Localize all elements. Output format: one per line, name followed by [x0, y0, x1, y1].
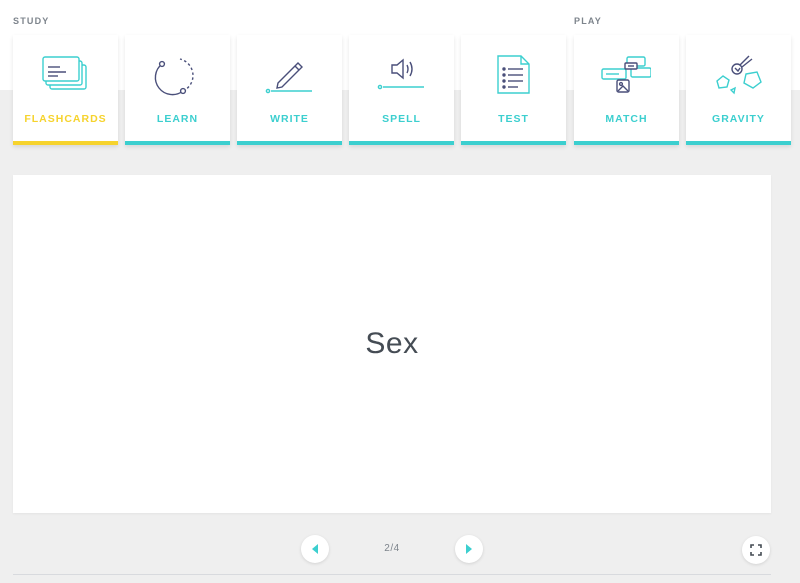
match-icon — [601, 53, 651, 97]
arrow-left-icon — [312, 544, 318, 554]
mode-label-write: WRITE — [270, 113, 309, 125]
previous-card-button[interactable] — [301, 535, 329, 563]
study-section-label: STUDY — [13, 16, 50, 26]
arrow-right-icon — [466, 544, 472, 554]
mode-tile-match[interactable]: MATCH — [574, 35, 679, 145]
mode-label-match: MATCH — [605, 113, 648, 125]
flashcard[interactable]: Sex — [13, 175, 771, 513]
play-section-label: PLAY — [574, 16, 602, 26]
mode-label-test: TEST — [498, 113, 529, 125]
spell-icon — [376, 53, 426, 97]
mode-tile-spell[interactable]: SPELL — [349, 35, 454, 145]
bottom-divider — [13, 574, 771, 575]
fullscreen-button[interactable] — [742, 536, 770, 564]
test-icon — [488, 53, 538, 97]
next-card-button[interactable] — [455, 535, 483, 563]
gravity-icon — [713, 53, 763, 97]
card-counter: 2/4 — [384, 543, 400, 554]
mode-label-gravity: GRAVITY — [712, 113, 765, 125]
write-icon — [264, 53, 314, 97]
learn-icon — [152, 53, 202, 97]
mode-tile-learn[interactable]: LEARN — [125, 35, 230, 145]
flashcard-term: Sex — [365, 327, 419, 360]
mode-tile-write[interactable]: WRITE — [237, 35, 342, 145]
mode-tile-gravity[interactable]: GRAVITY — [686, 35, 791, 145]
mode-tile-flashcards[interactable]: FLASHCARDS — [13, 35, 118, 145]
mode-label-learn: LEARN — [156, 113, 199, 125]
mode-label-spell: SPELL — [382, 113, 421, 125]
flashcards-icon — [40, 53, 90, 97]
mode-tile-test[interactable]: TEST — [461, 35, 566, 145]
fullscreen-icon — [750, 544, 762, 556]
mode-label-flashcards: FLASHCARDS — [24, 113, 107, 125]
